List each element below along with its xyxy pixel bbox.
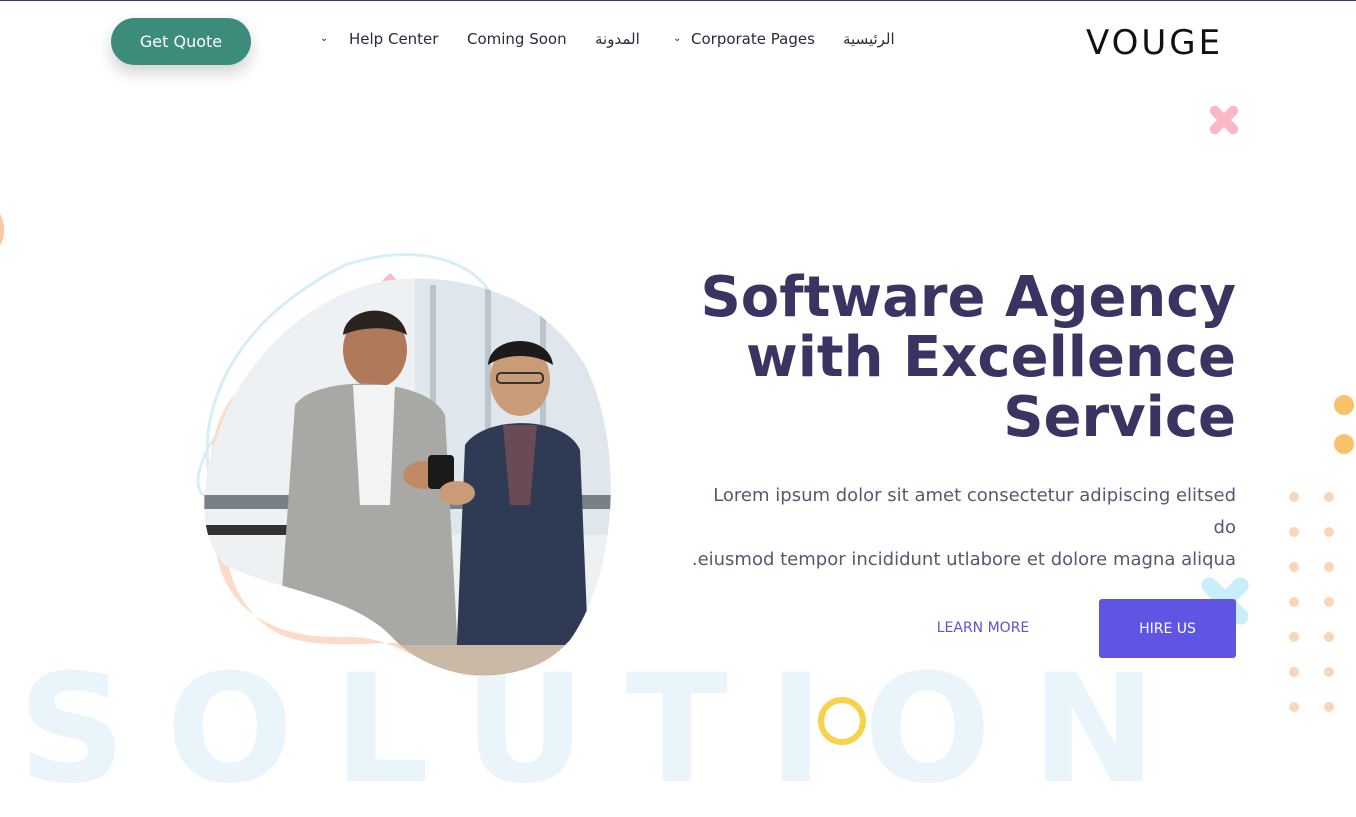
learn-more-button[interactable]: LEARN MORE [922, 612, 1044, 644]
hero-description-line: do [1213, 517, 1236, 538]
nav-item-coming-soon[interactable]: Coming Soon [467, 30, 567, 48]
get-quote-button[interactable]: Get Quote [111, 18, 251, 65]
hero-title-line: with Excellence [745, 325, 1236, 390]
nav-item-blog[interactable]: المدونة [595, 30, 640, 48]
orange-dot-shape [1334, 395, 1354, 415]
hero-title-line: Software Agency [700, 265, 1236, 330]
hero-title-line: Service [1003, 385, 1236, 450]
hero-description: Lorem ipsum dolor sit amet consectetur a… [676, 480, 1236, 576]
nav-item-help-center[interactable]: Help Center [349, 30, 438, 48]
pink-cross-shape [1209, 105, 1239, 135]
chevron-down-icon[interactable]: ⌄ [320, 33, 328, 44]
logo[interactable]: VOUGE [1086, 24, 1236, 58]
nav-item-home[interactable]: الرئيسية [843, 30, 895, 48]
nav-item-corporate-pages[interactable]: Corporate Pages [691, 30, 815, 48]
hero-image [196, 253, 611, 677]
dot-grid [1285, 488, 1345, 723]
hire-us-button[interactable]: HIRE US [1099, 599, 1236, 658]
orange-dot-shape [1334, 434, 1354, 454]
yellow-ring-shape [818, 697, 866, 745]
hero-description-line: .eiusmod tempor incididunt utlabore et d… [691, 549, 1236, 570]
top-border [0, 0, 1356, 1]
orange-circle-shape [0, 212, 4, 248]
hero-title: Software Agency with Excellence Service [676, 268, 1236, 448]
hero-description-line: Lorem ipsum dolor sit amet consectetur a… [713, 485, 1236, 506]
chevron-down-icon[interactable]: ⌄ [673, 33, 681, 44]
main-nav: ⌄ Help Center Coming Soon المدونة ⌄ Corp… [315, 30, 915, 52]
logo-text: VOUGE [1086, 24, 1223, 58]
